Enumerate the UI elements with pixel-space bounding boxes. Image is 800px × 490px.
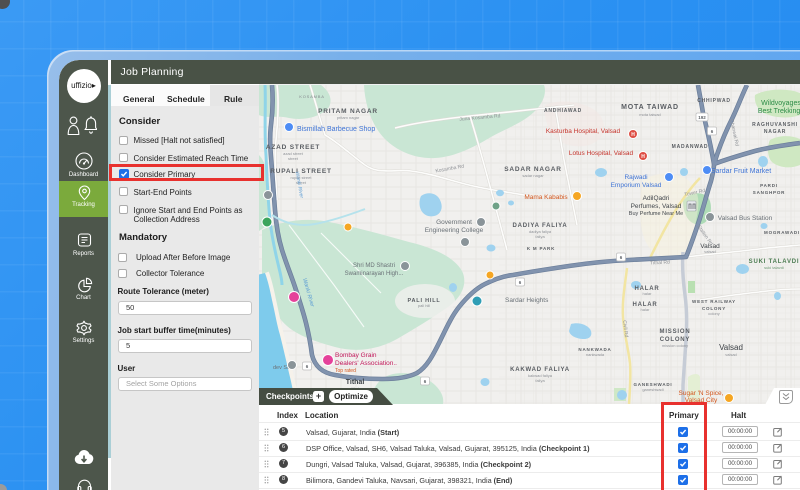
svg-text:H: H — [631, 132, 635, 138]
svg-text:Dealers' Association..: Dealers' Association.. — [335, 360, 397, 367]
svg-text:MOGRAWADI: MOGRAWADI — [764, 230, 800, 235]
svg-text:Engineering College: Engineering College — [425, 227, 484, 234]
svg-text:street: street — [288, 156, 299, 161]
svg-text:Tithal: Tithal — [346, 379, 365, 386]
svg-text:pali hill: pali hill — [418, 303, 430, 308]
svg-text:Wildvoyages: Wildvoyages — [761, 100, 800, 107]
svg-text:SADAR NAGAR: SADAR NAGAR — [504, 166, 562, 173]
svg-text:faliya: faliya — [535, 378, 545, 383]
svg-text:Government: Government — [436, 219, 472, 226]
svg-text:Bismillah Barbecue Shop: Bismillah Barbecue Shop — [297, 126, 375, 133]
svg-text:mota taiwad: mota taiwad — [639, 112, 661, 117]
svg-text:Valsad: Valsad — [719, 343, 743, 352]
svg-text:Emporium Valsad: Emporium Valsad — [611, 182, 662, 189]
svg-text:K M PARK: K M PARK — [527, 246, 555, 251]
svg-text:Lotus Hospital, Valsad: Lotus Hospital, Valsad — [569, 150, 634, 157]
svg-text:sadar nagar: sadar nagar — [522, 173, 544, 178]
svg-text:AZAD STREET: AZAD STREET — [266, 144, 320, 151]
svg-text:Bombay Grain: Bombay Grain — [335, 352, 377, 359]
svg-text:nankwada: nankwada — [586, 352, 605, 357]
svg-text:192: 192 — [698, 115, 706, 120]
svg-text:Sardar Fruit Market: Sardar Fruit Market — [711, 168, 771, 175]
svg-text:Tithal Rd: Tithal Rd — [650, 259, 670, 266]
svg-text:PRITAM NAGAR: PRITAM NAGAR — [318, 108, 378, 115]
svg-text:Swaminarayan High...: Swaminarayan High... — [345, 271, 404, 277]
svg-text:ganeshwadi: ganeshwadi — [642, 387, 663, 392]
svg-text:Buy Perfume Near Me: Buy Perfume Near Me — [629, 211, 683, 217]
svg-text:Sugar 'N Spice,: Sugar 'N Spice, — [679, 390, 724, 397]
svg-text:NAGAR: NAGAR — [764, 129, 786, 135]
svg-text:ANDHIAWAD: ANDHIAWAD — [544, 108, 582, 114]
svg-text:CHHIPWAD: CHHIPWAD — [697, 98, 731, 104]
svg-text:Top rated: Top rated — [335, 368, 356, 374]
svg-text:mission colony: mission colony — [662, 343, 688, 348]
svg-text:halar: halar — [643, 291, 653, 296]
svg-text:MOTA TAIWAD: MOTA TAIWAD — [621, 104, 679, 111]
svg-text:faliya: faliya — [535, 234, 545, 239]
svg-text:halar: halar — [641, 307, 651, 312]
svg-text:RAGHUVANSHI: RAGHUVANSHI — [752, 122, 798, 128]
svg-text:colony: colony — [708, 311, 720, 316]
svg-text:MISSION: MISSION — [660, 329, 691, 335]
svg-text:WEST RAILWAY: WEST RAILWAY — [692, 299, 736, 304]
svg-text:Best Trekking..: Best Trekking.. — [758, 108, 800, 115]
svg-text:valsad: valsad — [725, 352, 737, 357]
svg-text:suki talavdi: suki talavdi — [764, 265, 784, 270]
svg-text:pritam nagar: pritam nagar — [337, 115, 360, 120]
svg-text:Rajwadi: Rajwadi — [624, 174, 647, 181]
svg-text:Perfumes, Valsad: Perfumes, Valsad — [631, 203, 682, 210]
svg-text:Valsad Bus Station: Valsad Bus Station — [718, 215, 773, 222]
svg-text:Mama Kababis: Mama Kababis — [524, 194, 568, 201]
svg-text:Kasturba Hospital, Valsad: Kasturba Hospital, Valsad — [546, 128, 621, 135]
svg-text:Sardar Heights: Sardar Heights — [505, 297, 549, 304]
svg-text:MADANWAD: MADANWAD — [672, 144, 709, 150]
svg-text:Shri MD Shastri: Shri MD Shastri — [353, 263, 395, 269]
svg-text:SANGHPOR: SANGHPOR — [753, 190, 785, 195]
svg-text:PARDI: PARDI — [760, 183, 778, 188]
svg-text:H: H — [641, 154, 645, 160]
svg-text:AdilQadri: AdilQadri — [643, 195, 670, 202]
svg-text:KOSAMBA: KOSAMBA — [299, 94, 324, 99]
